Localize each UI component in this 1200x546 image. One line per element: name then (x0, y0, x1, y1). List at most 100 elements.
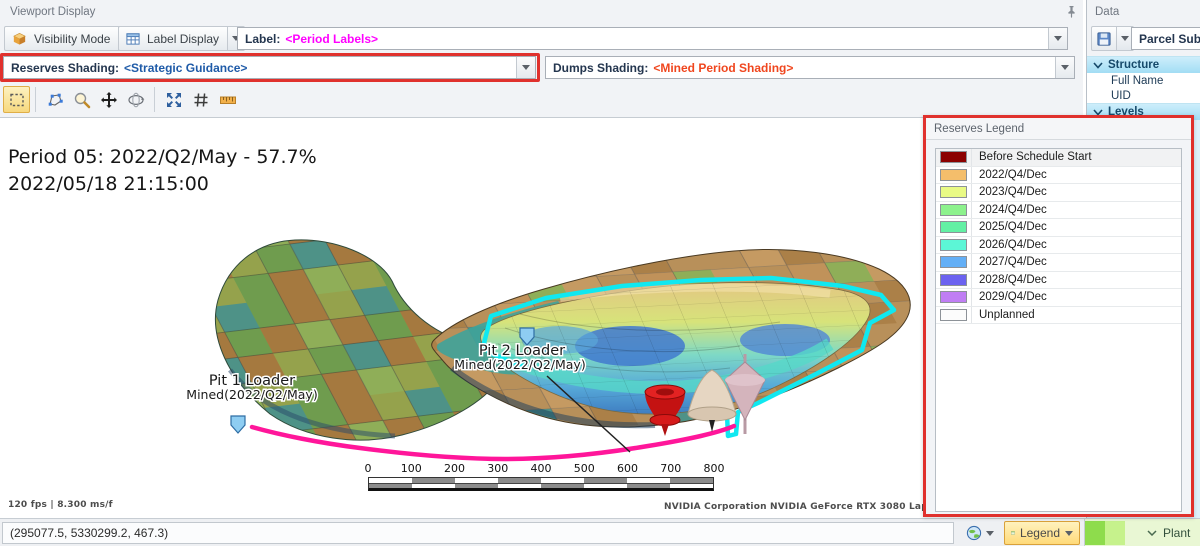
scale-bar-segment (670, 484, 713, 488)
legend-row[interactable]: 2022/Q4/Dec (936, 167, 1181, 185)
reserves-combo-dropdown[interactable] (516, 57, 535, 78)
viewport-3d: Pit 1 Loader Mined(2022/Q2/May) Pit 2 Lo… (0, 118, 1083, 518)
reserves-combo-prefix: Reserves Shading: (11, 61, 119, 75)
legend-row[interactable]: 2025/Q4/Dec (936, 219, 1181, 237)
scale-bar-segment (412, 484, 455, 488)
legend-item-label: 2026/Q4/Dec (972, 237, 1047, 254)
globe-icon (966, 525, 983, 542)
legend-icon (1011, 526, 1015, 540)
legend-color-swatch (940, 169, 967, 181)
legend-color-swatch (940, 186, 967, 198)
coordinate-system-button[interactable] (960, 522, 1000, 544)
grid-toggle-tool[interactable] (187, 86, 214, 113)
data-panel-title: Data (1095, 6, 1119, 18)
reserves-legend-title: Reserves Legend (926, 118, 1191, 140)
plant-color-swatch-2 (1105, 521, 1125, 545)
label-combo-dropdown[interactable] (1048, 28, 1067, 49)
polygon-select-tool[interactable] (41, 86, 68, 113)
legend-button-label: Legend (1020, 526, 1060, 540)
fps-readout: 120 fps | 8.300 ms/f (8, 500, 113, 510)
dumps-combo-prefix: Dumps Shading: (553, 61, 648, 75)
period-overlay-line2: 2022/05/18 21:15:00 (8, 171, 317, 198)
dumps-combo-dropdown[interactable] (1055, 57, 1074, 78)
label-display-button[interactable]: Label Display (118, 26, 245, 51)
zoom-extents-tool[interactable] (160, 86, 187, 113)
label-combo-prefix: Label: (245, 32, 280, 46)
scale-tick-label: 300 (487, 462, 508, 475)
legend-row[interactable]: Before Schedule Start (936, 149, 1181, 167)
scale-bar-segment (455, 478, 498, 483)
legend-color-swatch (940, 221, 967, 233)
scale-bar-segment (498, 478, 541, 483)
parcel-subset-value: Parcel Subse (1132, 28, 1200, 49)
pan-tool[interactable] (95, 86, 122, 113)
legend-row[interactable]: 2028/Q4/Dec (936, 272, 1181, 290)
legend-row[interactable]: 2029/Q4/Dec (936, 289, 1181, 307)
legend-item-label: 2029/Q4/Dec (972, 289, 1047, 306)
scale-bar-segment (584, 478, 627, 483)
scale-bar-segment (541, 484, 584, 488)
tree-group-structure[interactable]: Structure (1087, 56, 1200, 73)
status-bar: (295077.5, 5330299.2, 467.3) Legend (0, 518, 1084, 546)
pit1-loader-marker[interactable] (231, 416, 245, 433)
reserves-legend-panel: Reserves Legend Before Schedule Start202… (923, 115, 1194, 517)
label-display-icon (125, 31, 141, 46)
pit1-sublabel: Mined(2022/Q2/May) (186, 387, 317, 402)
legend-row[interactable]: 2026/Q4/Dec (936, 237, 1181, 255)
legend-color-swatch (940, 239, 967, 251)
legend-item-label: 2023/Q4/Dec (972, 184, 1047, 201)
legend-color-swatch (940, 204, 967, 216)
tree-item-uid[interactable]: UID (1087, 88, 1200, 103)
label-combo[interactable]: Label: <Period Labels> (237, 27, 1068, 50)
orbit-tool[interactable] (122, 86, 149, 113)
save-layout-button[interactable] (1091, 26, 1134, 51)
chevron-down-icon (1147, 530, 1157, 536)
panel-title: Viewport Display (10, 6, 95, 18)
tree-item-full-name[interactable]: Full Name (1087, 73, 1200, 88)
plant-legend-segment[interactable]: Plant (1084, 518, 1200, 546)
visibility-mode-button[interactable]: Visibility Mode (4, 26, 136, 51)
legend-color-swatch (940, 291, 967, 303)
legend-color-swatch (940, 151, 967, 163)
legend-toggle-button[interactable]: Legend (1004, 521, 1080, 545)
legend-row[interactable]: Unplanned (936, 307, 1181, 325)
dumps-shading-combo[interactable]: Dumps Shading: <Mined Period Shading> (545, 56, 1075, 79)
pit2-sublabel: Mined(2022/Q2/May) (454, 357, 585, 372)
scale-bar-segment (498, 484, 541, 488)
scale-bar: 0100200300400500600700800 (368, 462, 718, 494)
scale-bar-segment (369, 484, 412, 488)
period-overlay: Period 05: 2022/Q2/May - 57.7% 2022/05/1… (8, 144, 317, 198)
scale-bar-segment (412, 478, 455, 483)
legend-color-swatch (940, 256, 967, 268)
parcel-subset-combo[interactable]: Parcel Subse (1131, 27, 1200, 50)
plant-label: Plant (1163, 526, 1190, 540)
coordinate-readout: (295077.5, 5330299.2, 467.3) (2, 522, 954, 544)
measure-tool[interactable] (214, 86, 241, 113)
scale-bar-segment (627, 478, 670, 483)
scale-tick-label: 0 (365, 462, 372, 475)
select-rectangle-tool[interactable] (3, 86, 30, 113)
legend-item-label: 2027/Q4/Dec (972, 254, 1047, 271)
scale-bar-segment (541, 478, 584, 483)
reserves-shading-combo[interactable]: Reserves Shading: <Strategic Guidance> (3, 56, 536, 79)
legend-item-label: 2028/Q4/Dec (972, 272, 1047, 289)
save-icon (1096, 31, 1112, 47)
scale-tick-label: 500 (574, 462, 595, 475)
plant-color-swatch-1 (1085, 521, 1105, 545)
legend-row[interactable]: 2024/Q4/Dec (936, 202, 1181, 220)
scale-tick-label: 800 (704, 462, 725, 475)
scale-tick-labels: 0100200300400500600700800 (368, 462, 718, 475)
legend-item-label: 2022/Q4/Dec (972, 167, 1047, 184)
scale-bar-rows (368, 477, 714, 491)
zoom-tool[interactable] (68, 86, 95, 113)
scale-bar-segment (584, 484, 627, 488)
pin-icon[interactable] (1066, 5, 1077, 21)
scale-tick-label: 400 (531, 462, 552, 475)
legend-row[interactable]: 2027/Q4/Dec (936, 254, 1181, 272)
viewport-display-panel: Viewport Display Visibility Mode Label D… (0, 0, 1083, 118)
scale-bar-segment (369, 478, 412, 483)
scale-tick-label: 700 (660, 462, 681, 475)
legend-item-label: Unplanned (972, 307, 1035, 324)
scale-bar-segment (670, 478, 713, 483)
legend-row[interactable]: 2023/Q4/Dec (936, 184, 1181, 202)
